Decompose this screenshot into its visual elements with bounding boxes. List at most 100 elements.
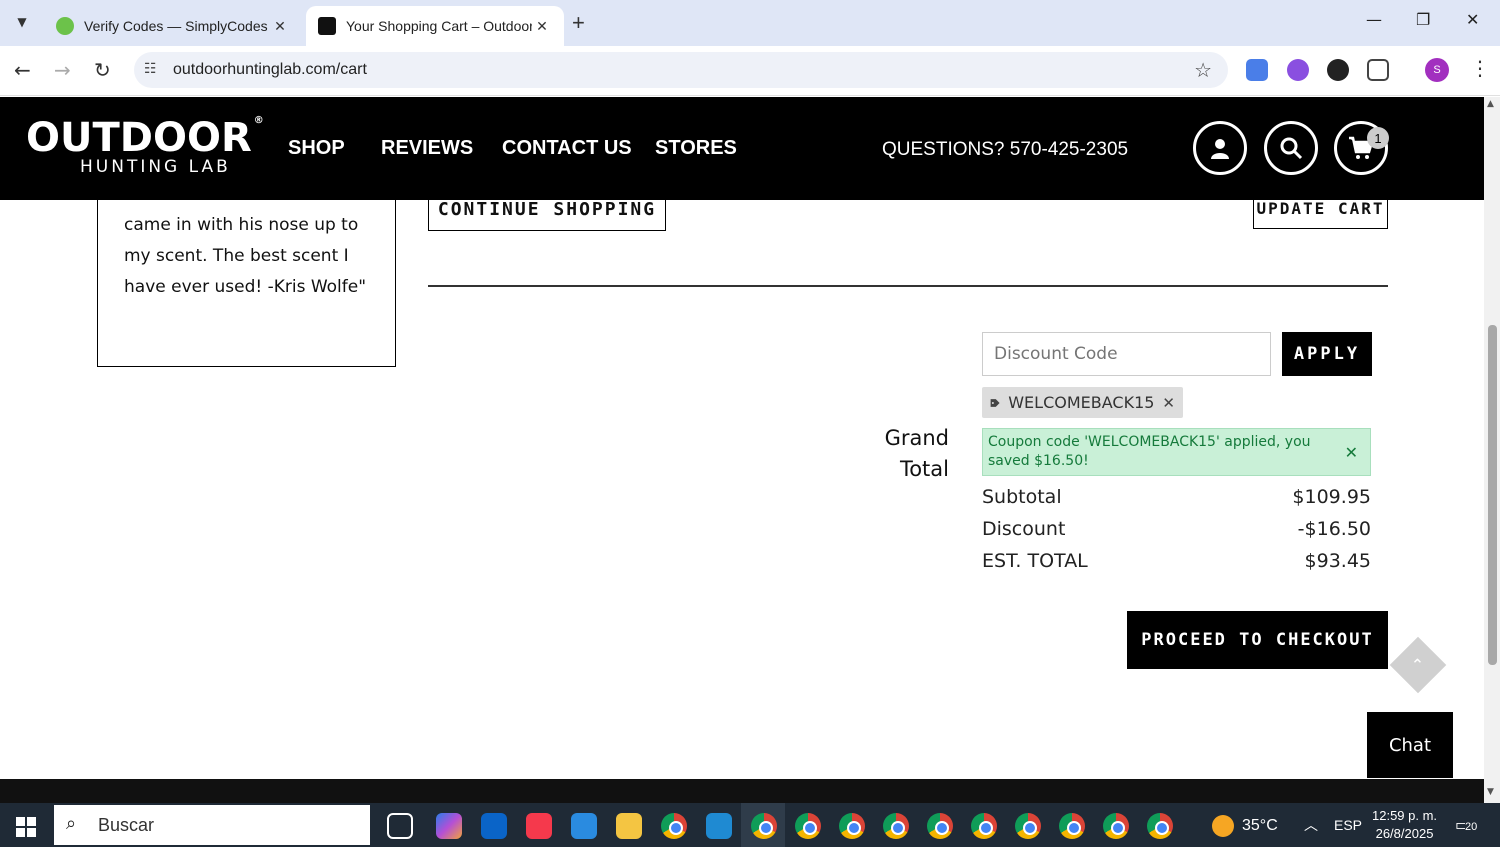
grand-total-heading: Grand Total (884, 426, 949, 481)
discount-row: Discount -$16.50 (982, 518, 1371, 540)
address-bar[interactable]: ☷ outdoorhuntinglab.com/cart ☆ (134, 52, 1228, 88)
nav-reviews[interactable]: REVIEWS (381, 137, 473, 160)
notifications-icon[interactable]: ▭ 20 (1455, 815, 1478, 834)
simplycodes-favicon-icon (56, 17, 74, 35)
discount-value: -$16.50 (1297, 518, 1371, 540)
tab-close-icon[interactable]: ✕ (532, 18, 552, 35)
new-tab-plus-icon[interactable]: + (572, 10, 585, 36)
scroll-down-arrow-icon[interactable]: ▼ (1487, 787, 1494, 797)
coupon-code-text: WELCOMEBACK15 (1008, 393, 1155, 412)
weather-widget[interactable]: 35°C (1212, 815, 1278, 837)
back-arrow-icon[interactable]: ← (14, 58, 31, 82)
vscode-icon[interactable] (706, 813, 732, 839)
chrome-profile-r2-icon[interactable] (1015, 813, 1041, 839)
chrome-profile-i-icon[interactable] (1103, 813, 1129, 839)
coupon-success-alert: Coupon code 'WELCOMEBACK15' applied, you… (982, 428, 1371, 476)
tab-close-icon[interactable]: ✕ (270, 18, 290, 35)
chevron-up-icon: ⌃ (1411, 655, 1425, 675)
remove-coupon-icon[interactable]: ✕ (1162, 394, 1175, 412)
reload-icon[interactable]: ↻ (94, 58, 111, 82)
browser-tab-bar: ▼ Verify Codes — SimplyCodes ✕ Your Shop… (0, 0, 1500, 46)
windows-taskbar: ⌕ Buscar 35°C ︿ ESP 12:59 p. m. 26/8/202… (0, 803, 1500, 847)
chrome-profile-s2-icon[interactable] (1059, 813, 1085, 839)
divider (428, 285, 1388, 287)
applied-coupon-tag: WELCOMEBACK15 ✕ (982, 387, 1183, 418)
microsoft-store-icon[interactable] (571, 813, 597, 839)
tag-icon (990, 398, 1000, 407)
discount-code-input[interactable] (982, 332, 1271, 376)
browser-toolbar: ← → ↻ ☷ outdoorhuntinglab.com/cart ☆ S ⋮ (0, 46, 1500, 96)
extension-purple-icon[interactable] (1287, 59, 1309, 81)
window-close-icon[interactable]: ✕ (1466, 10, 1479, 29)
weather-sun-icon (1212, 815, 1234, 837)
page-scrollbar[interactable]: ▲ ▼ (1484, 97, 1500, 803)
logo-main-text: OUTDOOR (26, 115, 252, 161)
restore-icon[interactable]: ❐ (1416, 10, 1430, 29)
scrollbar-thumb[interactable] (1488, 325, 1497, 665)
user-icon (1211, 139, 1229, 159)
chrome-profile-r-icon[interactable] (971, 813, 997, 839)
nav-contact-us[interactable]: CONTACT US (502, 137, 632, 160)
scroll-to-top-button[interactable]: ⌃ (1389, 636, 1447, 694)
language-indicator[interactable]: ESP (1334, 817, 1362, 833)
taskbar-search[interactable]: ⌕ Buscar (54, 805, 370, 845)
scroll-up-arrow-icon[interactable]: ▲ (1487, 99, 1494, 109)
chat-button[interactable]: Chat (1367, 712, 1453, 778)
chrome-profile-n-icon[interactable] (795, 813, 821, 839)
extensions-puzzle-icon[interactable] (1367, 59, 1389, 81)
nav-stores[interactable]: STORES (655, 137, 737, 160)
tray-chevron-up-icon[interactable]: ︿ (1304, 815, 1318, 835)
taskbar-search-placeholder: Buscar (98, 815, 155, 835)
chrome-profile-s-icon[interactable] (751, 813, 777, 839)
logo-sub-text: HUNTING LAB (80, 157, 231, 177)
clock[interactable]: 12:59 p. m. 26/8/2025 (1372, 807, 1437, 843)
apply-discount-button[interactable]: APPLY (1282, 332, 1372, 376)
chrome-profile-d-icon[interactable] (1147, 813, 1173, 839)
search-button[interactable] (1264, 121, 1318, 175)
tab-shopping-cart[interactable]: Your Shopping Cart – Outdoor Hunting Lab… (306, 6, 564, 46)
alert-close-icon[interactable]: ✕ (1345, 443, 1358, 462)
search-icon: ⌕ (66, 813, 77, 833)
nav-shop[interactable]: SHOP (288, 137, 345, 160)
windows-start-icon[interactable] (16, 817, 36, 837)
phone-number[interactable]: QUESTIONS? 570-425-2305 (882, 139, 1128, 161)
site-header: OUTDOOR ® HUNTING LAB SHOP REVIEWS CONTAC… (0, 97, 1484, 200)
clock-time: 12:59 p. m. (1372, 808, 1438, 823)
browser-menu-icon[interactable]: ⋮ (1470, 56, 1490, 80)
task-view-icon[interactable] (387, 813, 413, 839)
account-button[interactable] (1193, 121, 1247, 175)
search-icon (1280, 137, 1303, 160)
google-translate-icon[interactable] (1246, 59, 1268, 81)
copilot-icon[interactable] (436, 813, 462, 839)
tab-search-dropdown-icon[interactable]: ▼ (8, 8, 36, 36)
alert-message: Coupon code 'WELCOMEBACK15' applied, you… (988, 434, 1311, 469)
file-explorer-icon[interactable] (616, 813, 642, 839)
chrome-profile-c-icon[interactable] (839, 813, 865, 839)
bookmark-star-icon[interactable]: ☆ (1194, 58, 1212, 82)
profile-avatar[interactable]: S (1425, 58, 1449, 82)
est-total-value: $93.45 (1304, 550, 1371, 572)
proceed-to-checkout-button[interactable]: PROCEED TO CHECKOUT (1127, 611, 1388, 669)
chrome-profile-e-icon[interactable] (927, 813, 953, 839)
music-app-icon[interactable] (526, 813, 552, 839)
cart-count-badge: 1 (1367, 127, 1389, 149)
footer-strip (0, 779, 1484, 803)
chrome-icon[interactable] (661, 813, 687, 839)
url-text[interactable]: outdoorhuntinglab.com/cart (173, 61, 367, 79)
subtotal-label: Subtotal (982, 486, 1062, 508)
site-settings-icon[interactable]: ☷ (144, 61, 157, 77)
subtotal-value: $109.95 (1292, 486, 1371, 508)
est-total-row: EST. TOTAL $93.45 (982, 550, 1371, 572)
forward-arrow-icon[interactable]: → (54, 58, 71, 82)
outlook-icon[interactable] (481, 813, 507, 839)
tab-title: Your Shopping Cart – Outdoor Hunting Lab (346, 18, 532, 34)
notification-count: 20 (1465, 821, 1478, 833)
minimize-icon[interactable]: — (1366, 10, 1382, 29)
subtotal-row: Subtotal $109.95 (982, 486, 1371, 508)
extension-dark-icon[interactable] (1327, 59, 1349, 81)
discount-label: Discount (982, 518, 1066, 540)
site-logo[interactable]: OUTDOOR ® (26, 115, 264, 161)
chrome-profile-m-icon[interactable] (883, 813, 909, 839)
est-total-label: EST. TOTAL (982, 550, 1088, 572)
tab-simplycodes[interactable]: Verify Codes — SimplyCodes ✕ (44, 6, 302, 46)
